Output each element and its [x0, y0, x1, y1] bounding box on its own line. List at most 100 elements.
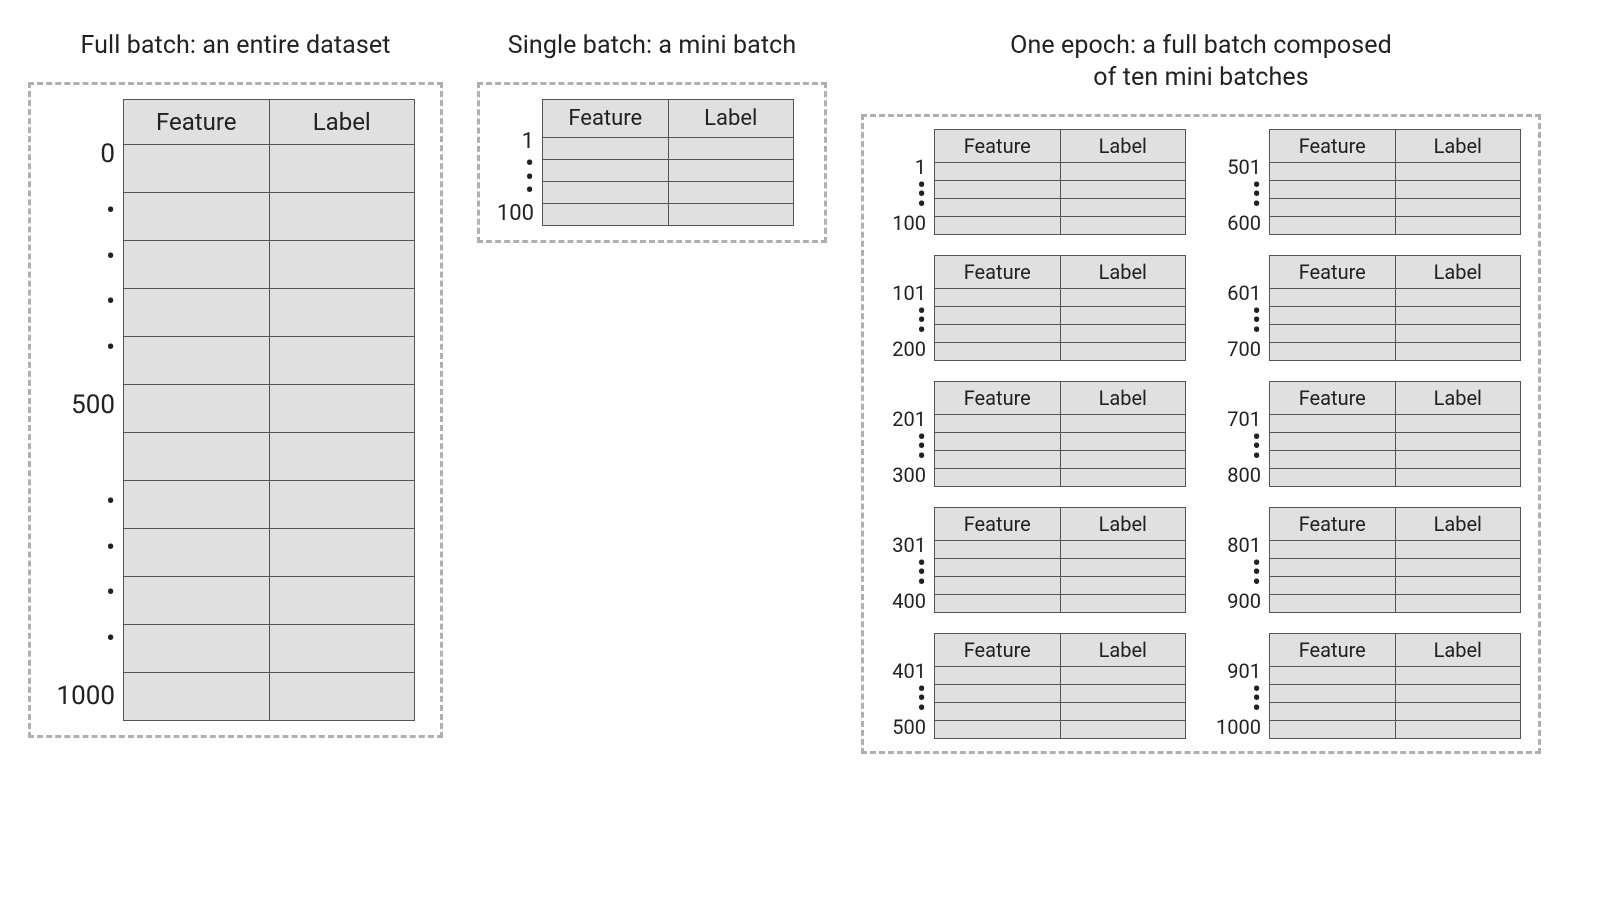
- mini-batch-table: FeatureLabel: [934, 507, 1186, 613]
- table-row: [935, 720, 1185, 738]
- mini-batch-index: 401•••500: [878, 633, 934, 739]
- index-tick: 1000: [1213, 715, 1261, 739]
- table-row: [124, 432, 414, 480]
- table-row: [543, 159, 793, 181]
- table-row: [124, 192, 414, 240]
- index-tick: 100: [494, 201, 534, 226]
- mini-batch-table: FeatureLabel: [1269, 129, 1521, 235]
- table-row: [1270, 342, 1520, 360]
- table-row: [1270, 324, 1520, 342]
- table-row: [1270, 558, 1520, 576]
- table-row: [935, 306, 1185, 324]
- col-feature: Feature: [543, 100, 668, 138]
- mini-batch-index: 1•••100: [878, 129, 934, 235]
- table-row: [124, 528, 414, 576]
- table-row: [543, 138, 793, 159]
- col-label: Label: [1060, 130, 1186, 163]
- index-tick: 1000: [45, 681, 115, 711]
- table-row: [935, 432, 1185, 450]
- index-tick: •: [1213, 454, 1261, 460]
- col-label: Label: [1060, 634, 1186, 667]
- col-label: Label: [1060, 382, 1186, 415]
- mini-batch-2: 501•••600FeatureLabel: [1213, 129, 1524, 235]
- mini-batch-table: FeatureLabel: [934, 633, 1186, 739]
- table-row: [935, 558, 1185, 576]
- single-batch-title: Single batch: a mini batch: [477, 30, 827, 62]
- table-row: [935, 180, 1185, 198]
- table-row: [935, 684, 1185, 702]
- col-label: Label: [1060, 508, 1186, 541]
- table-row: [1270, 415, 1520, 432]
- mini-batch-9: 401•••500FeatureLabel: [878, 633, 1189, 739]
- index-tick: •: [45, 208, 115, 214]
- mini-batch-index: 701•••800: [1213, 381, 1269, 487]
- table-row: [1270, 306, 1520, 324]
- mini-batch-index: 201•••300: [878, 381, 934, 487]
- index-tick: •: [45, 254, 115, 260]
- table-row: [124, 288, 414, 336]
- single-batch-table: Feature Label: [542, 99, 794, 226]
- table-row: [124, 672, 414, 720]
- table-row: [935, 198, 1185, 216]
- table-row: [935, 541, 1185, 558]
- table-row: [1270, 198, 1520, 216]
- mini-batch-1: 1•••100FeatureLabel: [878, 129, 1189, 235]
- table-row: [935, 324, 1185, 342]
- col-label: Label: [1395, 130, 1521, 163]
- mini-batch-index: 301•••400: [878, 507, 934, 613]
- mini-batch-8: 801•••900FeatureLabel: [1213, 507, 1524, 613]
- table-row: [124, 576, 414, 624]
- table-row: [1270, 432, 1520, 450]
- mini-batch-4: 601•••700FeatureLabel: [1213, 255, 1524, 361]
- col-feature: Feature: [1270, 634, 1395, 667]
- index-tick: 400: [878, 589, 926, 613]
- index-tick: 600: [1213, 211, 1261, 235]
- col-feature: Feature: [935, 130, 1060, 163]
- col-label: Label: [269, 100, 415, 145]
- mini-batch-index: 601•••700: [1213, 255, 1269, 361]
- index-tick: •: [1213, 328, 1261, 334]
- table-row: [124, 480, 414, 528]
- table-row: [1270, 684, 1520, 702]
- table-row: [543, 203, 793, 225]
- mini-batch-index: 101•••200: [878, 255, 934, 361]
- index-tick: •: [45, 499, 115, 505]
- mini-batch-table: FeatureLabel: [1269, 255, 1521, 361]
- table-row: [1270, 450, 1520, 468]
- index-tick: 0: [45, 139, 115, 169]
- col-feature: Feature: [1270, 256, 1395, 289]
- col-feature: Feature: [935, 382, 1060, 415]
- diagram-canvas: Full batch: an entire dataset 0••••500••…: [0, 0, 1600, 900]
- mini-batch-table: FeatureLabel: [934, 255, 1186, 361]
- full-batch-index: 0••••500••••1000: [45, 99, 123, 721]
- table-row: [935, 415, 1185, 432]
- mini-batch-3: 101•••200FeatureLabel: [878, 255, 1189, 361]
- col-label: Label: [1060, 256, 1186, 289]
- index-tick: •: [45, 345, 115, 351]
- table-row: [1270, 289, 1520, 306]
- table-row: [1270, 576, 1520, 594]
- index-tick: •: [878, 580, 926, 586]
- single-batch-section: Single batch: a mini batch 1•••100 Featu…: [477, 30, 827, 243]
- col-feature: Feature: [935, 256, 1060, 289]
- mini-batch-6: 701•••800FeatureLabel: [1213, 381, 1524, 487]
- full-batch-section: Full batch: an entire dataset 0••••500••…: [28, 30, 443, 738]
- table-row: [935, 163, 1185, 180]
- mini-batch-5: 201•••300FeatureLabel: [878, 381, 1189, 487]
- index-tick: •: [494, 188, 534, 194]
- table-row: [935, 289, 1185, 306]
- mini-batch-index: 901•••1000: [1213, 633, 1269, 739]
- table-row: [1270, 667, 1520, 684]
- index-tick: •: [45, 545, 115, 551]
- index-tick: 200: [878, 337, 926, 361]
- table-row: [935, 667, 1185, 684]
- epoch-frame: 1•••100FeatureLabel501•••600FeatureLabel…: [861, 114, 1541, 754]
- table-row: [124, 384, 414, 432]
- index-tick: 900: [1213, 589, 1261, 613]
- index-tick: •: [878, 706, 926, 712]
- index-tick: •: [878, 454, 926, 460]
- mini-batch-index: 801•••900: [1213, 507, 1269, 613]
- full-batch-title: Full batch: an entire dataset: [28, 30, 443, 62]
- col-label: Label: [1395, 382, 1521, 415]
- index-tick: 100: [878, 211, 926, 235]
